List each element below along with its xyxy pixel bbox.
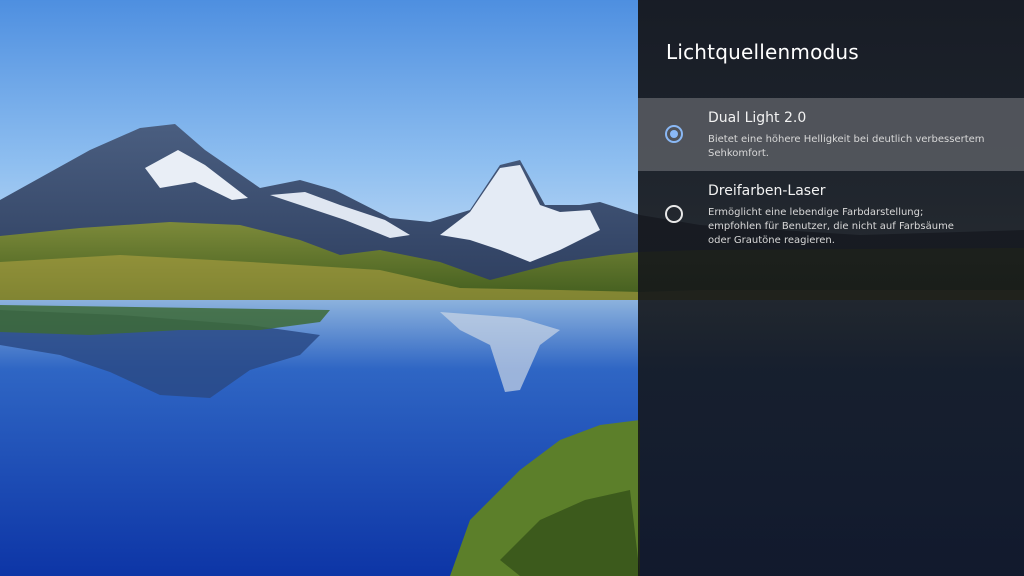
- option-description-line: oder Grautöne reagieren.: [708, 235, 835, 246]
- panel-title: Lichtquellenmodus: [666, 40, 859, 64]
- radio-selected-dot: [670, 130, 678, 138]
- option-tricolor-laser[interactable]: Dreifarben-Laser Ermöglicht eine lebendi…: [638, 171, 1024, 257]
- option-label: Dreifarben-Laser: [708, 183, 826, 199]
- option-label: Dual Light 2.0: [708, 110, 807, 126]
- radio-selected-icon[interactable]: [665, 125, 683, 143]
- option-description-line: Ermöglicht eine lebendige Farbdarstellun…: [708, 207, 924, 218]
- light-source-mode-panel: Lichtquellenmodus Dual Light 2.0 Bietet …: [638, 0, 1024, 576]
- option-dual-light[interactable]: Dual Light 2.0 Bietet eine höhere Hellig…: [638, 98, 1024, 171]
- radio-unselected-icon[interactable]: [665, 205, 683, 223]
- option-description: Ermöglicht eine lebendige Farbdarstellun…: [708, 206, 1008, 248]
- option-description: Bietet eine höhere Helligkeit bei deutli…: [708, 134, 985, 159]
- option-description-line: empfohlen für Benutzer, die nicht auf Fa…: [708, 221, 954, 232]
